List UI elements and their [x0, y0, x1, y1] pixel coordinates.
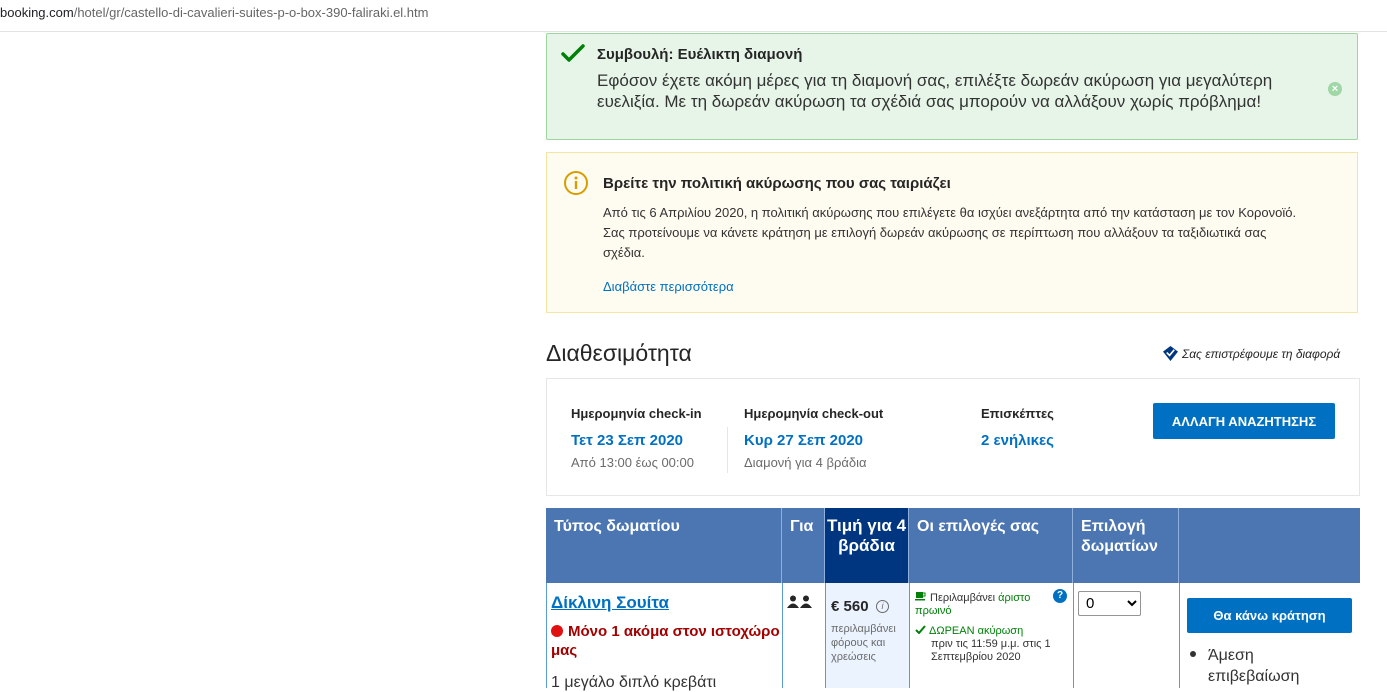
header-room-type: Τύπος δωματίου [546, 508, 782, 583]
price-note: περιλαμβάνει φόρους και χρεώσεις [831, 623, 896, 663]
policy-body: Από τις 6 Απριλίου 2020, η πολιτική ακύρ… [603, 205, 1297, 260]
guests-label: Επισκέπτες [981, 406, 1054, 421]
room-name-link[interactable]: Δίκλινη Σουίτα [551, 593, 669, 613]
close-icon[interactable]: × [1328, 82, 1342, 96]
tip-body: Εφόσον έχετε ακόμη μέρες για τη διαμονή … [597, 71, 1273, 111]
tip-title: Συμβουλή: Ευέλικτη διαμονή [597, 46, 803, 63]
stay-length: Διαμονή για 4 βράδια [744, 455, 867, 470]
change-search-button[interactable]: ΑΛΛΑΓΗ ΑΝΑΖΗΤΗΣΗΣ [1153, 403, 1335, 439]
policy-title: Βρείτε την πολιτική ακύρωσης που σας ται… [603, 175, 951, 192]
breakfast-option: Περιλαμβάνει άριστο πρωινό [915, 592, 1031, 617]
free-cancel-detail: πριν τις 11:59 μ.μ. στις 1 Σεπτεμβρίου 2… [931, 638, 1051, 663]
address-bar[interactable]: booking.com/hotel/gr/castello-di-cavalie… [0, 0, 1387, 32]
checkin-time: Από 13:00 έως 00:00 [571, 455, 694, 470]
checkout-date[interactable]: Κυρ 27 Σεπ 2020 [744, 432, 863, 449]
header-for: Για [782, 508, 825, 583]
two-persons-icon [787, 595, 812, 608]
url-text[interactable]: booking.com/hotel/gr/castello-di-cavalie… [0, 5, 428, 20]
free-cancellation-option: ΔΩΡΕΑΝ ακύρωση πριν τις 11:59 μ.μ. στις … [915, 625, 1065, 664]
price-info-icon[interactable]: i [876, 600, 889, 613]
header-options: Οι επιλογές σας [909, 508, 1073, 583]
search-summary: Ημερομηνία check-in Τετ 23 Σεπ 2020 Από … [546, 378, 1360, 496]
header-select: Επιλογή δωματίων [1073, 508, 1179, 583]
bed-info: 1 μεγάλο διπλό κρεβάτι [551, 674, 717, 691]
room-price: € 560 [831, 598, 869, 615]
book-button[interactable]: Θα κάνω κράτηση [1187, 598, 1352, 633]
check-icon [561, 44, 585, 62]
read-more-link[interactable]: Διαβάστε περισσότερα [603, 279, 734, 294]
availability-title: Διαθεσιμότητα [546, 340, 692, 366]
info-icon [564, 171, 588, 195]
tip-banner: Συμβουλή: Ευέλικτη διαμονή Εφόσον έχετε … [546, 33, 1358, 140]
help-icon[interactable]: ? [1053, 589, 1067, 603]
shield-check-icon [1163, 346, 1178, 361]
coffee-cup-icon [915, 592, 926, 601]
price-match[interactable]: Σας επιστρέφουμε τη διαφορά [1163, 346, 1340, 361]
check-icon [915, 625, 926, 635]
room-quantity-select[interactable]: 0 [1078, 591, 1141, 616]
checkin-label: Ημερομηνία check-in [571, 406, 702, 421]
divider [727, 427, 728, 473]
checkout-label: Ημερομηνία check-out [744, 406, 884, 421]
red-dot-icon [551, 625, 563, 637]
instant-confirmation: Άμεση επιβεβαίωση [1190, 645, 1299, 687]
header-price: Τιμή για 4 βράδια [825, 508, 909, 583]
cancellation-policy-box: Βρείτε την πολιτική ακύρωσης που σας ται… [546, 152, 1358, 313]
guests-value[interactable]: 2 ενήλικες [981, 432, 1054, 449]
scarcity-message: Μόνο 1 ακόμα στον ιστοχώρο μας [551, 623, 780, 659]
header-book [1179, 508, 1360, 583]
checkin-date[interactable]: Τετ 23 Σεπ 2020 [571, 432, 683, 449]
bullet [1190, 651, 1196, 657]
